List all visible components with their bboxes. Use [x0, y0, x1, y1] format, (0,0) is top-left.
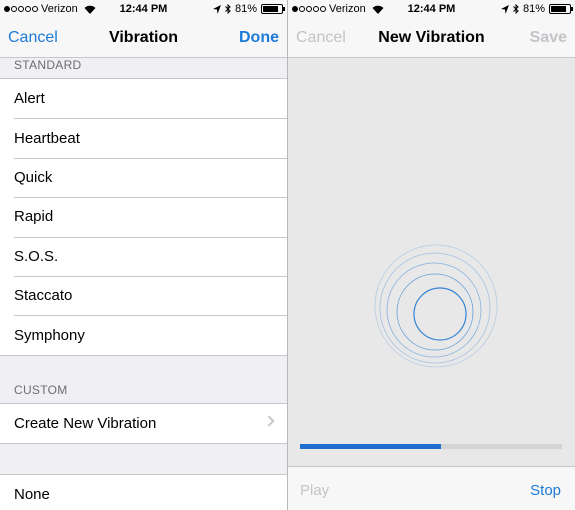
location-arrow-icon [500, 4, 509, 14]
list-item[interactable]: Symphony [0, 315, 287, 354]
list-item[interactable]: Staccato [0, 275, 287, 315]
list-item[interactable]: Heartbeat [0, 118, 287, 157]
navigation-bar: Cancel Vibration Done [0, 20, 287, 58]
list-item-label: Quick [14, 168, 53, 186]
list-item-label: S.O.S. [14, 247, 59, 265]
list-item[interactable]: Alert [0, 79, 287, 118]
bluetooth-icon [225, 4, 231, 14]
ripple-ring [379, 252, 491, 364]
none-vibration-list: None [0, 474, 287, 510]
status-bar: Verizon 12:44 PM 81% [0, 0, 287, 20]
list-item[interactable]: Rapid [0, 197, 287, 236]
standard-vibration-list: Alert Heartbeat Quick Rapid S.O.S. Stacc… [0, 78, 287, 356]
custom-section-header: CUSTOM [14, 383, 68, 397]
ripple-ring [386, 262, 482, 358]
standard-section-header: STANDARD [14, 58, 82, 72]
ripple-ring [396, 273, 474, 351]
touch-ripple-rings [374, 244, 498, 368]
create-new-vibration-item[interactable]: Create New Vibration [0, 404, 287, 443]
chevron-right-icon [263, 415, 275, 427]
progress-fill [300, 444, 441, 449]
battery-percent: 81% [522, 3, 545, 15]
vibration-tap-area[interactable] [288, 58, 575, 430]
none-item[interactable]: None [0, 475, 287, 510]
custom-vibration-list: Create New Vibration [0, 403, 287, 445]
list-item-label: Rapid [14, 208, 54, 226]
list-item[interactable]: Quick [0, 157, 287, 197]
playback-toolbar: Play Stop [288, 466, 575, 510]
list-item-label: Symphony [14, 326, 85, 344]
navigation-bar: Cancel New Vibration Save [288, 20, 575, 58]
list-item-label: Staccato [14, 287, 73, 305]
ripple-ring [413, 287, 467, 341]
list-item-label: Create New Vibration [14, 415, 157, 433]
status-bar: Verizon 12:44 PM 81% [288, 0, 575, 20]
bluetooth-icon [513, 4, 519, 14]
location-arrow-icon [212, 4, 221, 14]
vibration-screen: Verizon 12:44 PM 81% Cancel Vibration Do… [0, 0, 287, 510]
battery-percent: 81% [234, 3, 257, 15]
play-button[interactable]: Play [300, 482, 329, 499]
battery-icon [549, 4, 573, 14]
battery-icon [261, 4, 285, 14]
list-item-label: Heartbeat [14, 129, 80, 147]
stop-button[interactable]: Stop [530, 482, 561, 499]
save-button[interactable]: Save [530, 29, 567, 47]
done-button[interactable]: Done [239, 29, 279, 47]
list-item-label: None [14, 486, 50, 504]
list-item[interactable]: S.O.S. [0, 236, 287, 276]
list-item-label: Alert [14, 90, 45, 108]
new-vibration-screen: Verizon 12:44 PM 81% Cancel New Vibratio… [288, 0, 575, 510]
